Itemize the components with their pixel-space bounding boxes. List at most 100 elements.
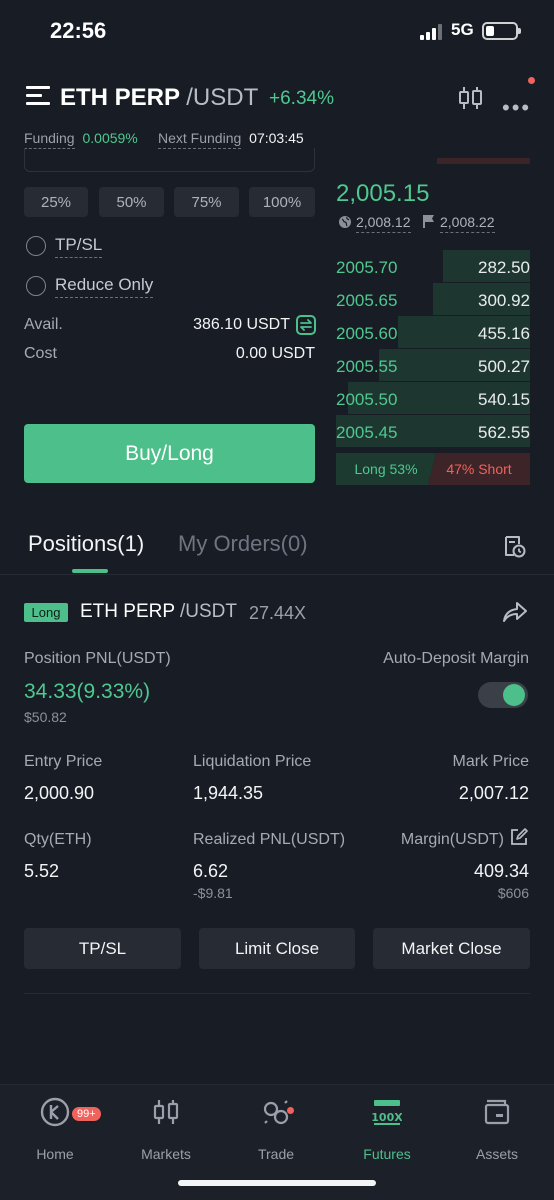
orderbook-bid-row[interactable]: 2005.60 455.16 (336, 316, 530, 348)
auto-deposit-toggle[interactable] (478, 682, 528, 708)
entry-price-label: Entry Price (24, 753, 103, 770)
long-ratio: Long 53% (336, 453, 436, 485)
share-icon[interactable] (502, 600, 528, 624)
edit-margin-icon[interactable] (510, 828, 528, 846)
pnl-label: Position PNL(USDT) (24, 650, 171, 667)
pnl-usd: $50.82 (24, 709, 67, 725)
index-price: 2,008.12 (356, 214, 411, 233)
position-symbol: ETH PERP (80, 601, 175, 622)
orderbook-bid-row[interactable]: 2005.45 562.55 (336, 415, 530, 447)
qty-value: 5.52 (24, 861, 60, 881)
trade-notification-dot (287, 1107, 294, 1114)
nav-markets[interactable]: Markets (121, 1097, 211, 1162)
nav-trade-label: Trade (257, 1146, 295, 1162)
orderbook-bid-row[interactable]: 2005.65 300.92 (336, 283, 530, 315)
card-divider (24, 993, 530, 994)
order-history-icon[interactable] (502, 534, 526, 558)
market-close-button[interactable]: Market Close (373, 928, 530, 969)
funding-label: Funding (24, 130, 75, 149)
globe-icon (339, 216, 351, 228)
svg-text:100X: 100X (372, 1111, 402, 1124)
avail-value: 386.10 USDT (193, 316, 290, 333)
orderbook-bid-row[interactable]: 2005.50 540.15 (336, 382, 530, 414)
flag-icon (423, 215, 434, 228)
wallet-icon (484, 1099, 510, 1125)
position-quote: /USDT (179, 601, 237, 622)
bid-price: 2005.50 (336, 390, 398, 409)
nav-assets[interactable]: Assets (452, 1097, 542, 1162)
cost-value: 0.00 USDT (235, 345, 315, 362)
auto-deposit-label: Auto-Deposit Margin (383, 650, 529, 667)
mark-price: 2,008.22 (440, 214, 495, 233)
margin-value: 409.34 (473, 861, 529, 881)
pnl-value: 34.33(9.33%) (24, 680, 151, 703)
percent-25-button[interactable]: 25% (24, 187, 88, 217)
notification-dot (528, 77, 535, 84)
funding-rate: 0.0059% (82, 130, 138, 146)
percent-100-button[interactable]: 100% (249, 187, 315, 217)
tpsl-label: TP/SL (55, 235, 103, 258)
nav-trade[interactable]: Trade (231, 1097, 321, 1162)
position-pair: ETH PERP /USDT (80, 601, 237, 623)
bid-price: 2005.65 (336, 291, 398, 310)
pair-title[interactable]: ETH PERP /USDT (60, 84, 258, 112)
realized-pnl-value: 6.62 (193, 861, 229, 881)
bid-price: 2005.45 (336, 423, 398, 442)
pair-symbol: ETH PERP (60, 84, 180, 111)
next-funding-countdown: 07:03:45 (249, 130, 304, 146)
price-change: +6.34% (269, 88, 334, 109)
bid-quantity: 562.55 (478, 423, 530, 442)
position-leverage: 27.44X (249, 603, 307, 623)
network-type: 5G (451, 20, 474, 39)
bid-quantity: 540.15 (478, 390, 530, 409)
percent-50-button[interactable]: 50% (99, 187, 164, 217)
nav-markets-label: Markets (141, 1146, 191, 1162)
bid-quantity: 300.92 (478, 291, 530, 310)
orderbook-bid-row[interactable]: 2005.70 282.50 (336, 250, 530, 282)
nav-futures[interactable]: 100X Futures (342, 1097, 432, 1162)
realized-pnl-usd: -$9.81 (193, 885, 233, 901)
home-indicator (178, 1180, 376, 1186)
tpsl-radio[interactable] (26, 236, 46, 256)
candlestick-chart-icon[interactable] (458, 86, 484, 110)
signal-strength-icon (420, 24, 442, 40)
tabs-divider (0, 574, 554, 575)
qty-label: Qty(ETH) (24, 831, 92, 848)
nav-futures-label: Futures (363, 1146, 411, 1162)
last-price: 2,005.15 (336, 180, 430, 207)
position-side-badge: Long (24, 603, 68, 622)
liquidation-price-label: Liquidation Price (193, 753, 312, 770)
mark-price-value: 2,007.12 (458, 783, 529, 803)
tab-my-orders[interactable]: My Orders(0) (178, 531, 308, 557)
active-tab-indicator (72, 569, 108, 573)
bid-price: 2005.60 (336, 324, 398, 343)
avail-label: Avail. (24, 316, 63, 333)
funding-info: Funding 0.0059% (24, 130, 138, 149)
futures-100x-icon: 100X (371, 1100, 403, 1125)
buy-long-button[interactable]: Buy/Long (24, 424, 315, 483)
nav-home[interactable]: 99+ Home (10, 1097, 101, 1162)
liquidation-price-value: 1,944.35 (193, 783, 264, 803)
bid-price: 2005.55 (336, 357, 398, 376)
menu-icon[interactable] (26, 86, 50, 108)
order-amount-input[interactable] (24, 148, 315, 172)
candlestick-icon (153, 1100, 179, 1124)
reduce-only-label: Reduce Only (55, 275, 154, 298)
orderbook-bid-row[interactable]: 2005.55 500.27 (336, 349, 530, 381)
status-time: 22:56 (50, 18, 107, 43)
limit-close-button[interactable]: Limit Close (199, 928, 355, 969)
more-options-icon[interactable]: ••• (502, 95, 531, 121)
tab-positions[interactable]: Positions(1) (28, 531, 144, 557)
percent-75-button[interactable]: 75% (174, 187, 239, 217)
reduce-only-radio[interactable] (26, 276, 46, 296)
margin-label: Margin(USDT) (400, 831, 504, 848)
tpsl-button[interactable]: TP/SL (24, 928, 181, 969)
transfer-icon[interactable] (296, 315, 316, 335)
bid-quantity: 500.27 (478, 357, 530, 376)
realized-pnl-label: Realized PNL(USDT) (193, 831, 346, 848)
entry-price-value: 2,000.90 (24, 783, 95, 803)
bid-price: 2005.70 (336, 258, 398, 277)
home-badge: 99+ (72, 1107, 101, 1121)
mark-price-label: Mark Price (452, 753, 529, 770)
pair-quote: /USDT (186, 84, 259, 111)
